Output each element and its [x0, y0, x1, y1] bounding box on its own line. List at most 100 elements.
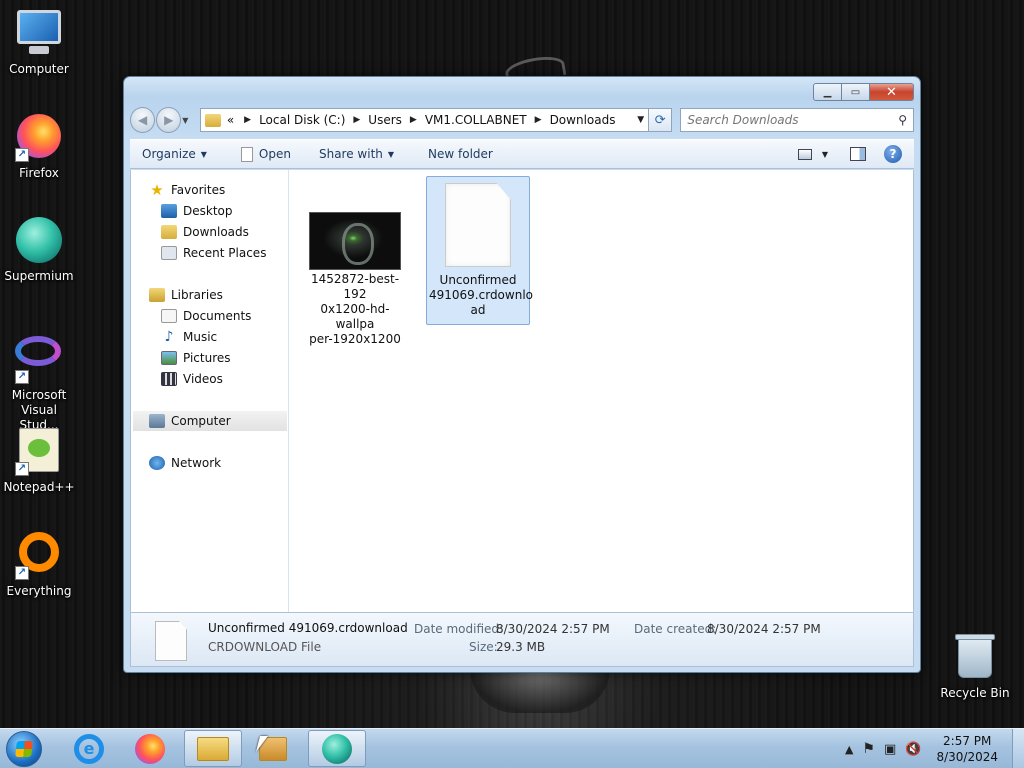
clock-time: 2:57 PM	[943, 734, 992, 748]
shortcut-arrow-icon: ↗	[15, 566, 29, 580]
nav-favorites[interactable]: ★ Favorites	[149, 180, 225, 200]
refresh-icon: ⟳	[654, 112, 666, 128]
desktop-icon-label: Everything	[6, 584, 72, 598]
notepadplusplus-icon: ↗	[15, 428, 63, 476]
command-bar: Organize ▼ Open Share with ▼ New folder ▼ …	[130, 139, 914, 169]
taskbar-supermium[interactable]	[308, 730, 366, 767]
chevron-right-icon[interactable]: ▶	[244, 115, 251, 125]
address-bar[interactable]: « ▶ Local Disk (C:) ▶ Users ▶ VM1.COLLAB…	[199, 108, 650, 132]
refresh-button[interactable]: ⟳	[649, 108, 673, 132]
shortcut-arrow-icon: ↗	[15, 148, 29, 162]
clock-date: 8/30/2024	[936, 750, 998, 764]
nav-libraries-label: Libraries	[171, 288, 223, 302]
nav-pictures-label: Pictures	[183, 351, 231, 365]
start-button[interactable]	[6, 731, 42, 767]
file-list: 1452872-best-192 0x1200-hd-wallpa per-19…	[289, 170, 913, 612]
nav-recent-places[interactable]: Recent Places	[161, 243, 266, 263]
maximize-button[interactable]: ▭	[842, 83, 870, 101]
everything-icon: ↗	[15, 532, 63, 580]
volume-muted-icon[interactable]: 🔇	[905, 742, 921, 757]
chevron-right-icon[interactable]: ▶	[535, 115, 542, 125]
breadcrumb-user-folder[interactable]: VM1.COLLABNET	[425, 113, 527, 127]
recent-pages-dropdown[interactable]: ▼	[182, 116, 194, 125]
desktop-icon-firefox[interactable]: ↗ Firefox	[0, 112, 78, 181]
navigation-pane: ★ Favorites Desktop Downloads Recent Plac…	[131, 170, 289, 612]
back-button[interactable]: ◀	[130, 107, 156, 133]
change-view-button[interactable]	[797, 148, 812, 160]
desktop-icon-computer[interactable]: Computer	[0, 10, 78, 77]
file-item-crdownload[interactable]: Unconfirmed 491069.crdownlo ad	[426, 176, 533, 325]
organize-button[interactable]: Organize ▼	[142, 147, 207, 161]
nav-music-label: Music	[183, 330, 218, 344]
taskbar-internet-explorer[interactable]: e	[60, 730, 118, 767]
breadcrumb-overflow[interactable]: «	[227, 113, 234, 127]
breadcrumb-downloads[interactable]: Downloads	[550, 113, 616, 127]
search-box[interactable]: ⚲	[680, 108, 914, 132]
nav-downloads[interactable]: Downloads	[161, 222, 249, 242]
desktop-icon-notepadplusplus[interactable]: ↗ Notepad++	[0, 426, 78, 495]
nav-network[interactable]: Network	[149, 453, 221, 473]
search-icon[interactable]: ⚲	[898, 113, 907, 127]
nav-videos[interactable]: Videos	[161, 369, 223, 389]
recent-places-icon	[161, 246, 177, 260]
taskbar-media-app[interactable]	[244, 730, 302, 767]
new-folder-button[interactable]: New folder	[428, 147, 493, 161]
internet-explorer-icon: e	[74, 733, 104, 764]
minimize-button[interactable]: ▁	[813, 83, 842, 101]
chevron-down-icon[interactable]: ▼	[822, 150, 828, 159]
file-item-wallpaper[interactable]: 1452872-best-192 0x1200-hd-wallpa per-19…	[303, 176, 407, 353]
chevron-right-icon[interactable]: ▶	[353, 115, 360, 125]
details-date-modified: 8/30/2024 2:57 PM	[496, 622, 610, 636]
nav-favorites-label: Favorites	[171, 183, 226, 197]
nav-documents[interactable]: Documents	[161, 306, 251, 326]
organize-label: Organize	[142, 147, 196, 161]
help-icon[interactable]: ?	[884, 145, 902, 163]
details-date-created-label: Date created:	[634, 622, 717, 636]
details-file-type: CRDOWNLOAD File	[208, 640, 322, 654]
window-controls: ▁ ▭ ✕	[813, 83, 914, 101]
supermium-icon	[15, 217, 63, 265]
forward-arrow-icon: ▶	[164, 113, 174, 127]
network-status-icon[interactable]: ▣	[884, 742, 896, 757]
show-desktop-button[interactable]	[1012, 729, 1024, 768]
show-hidden-icons-icon[interactable]: ▲	[845, 743, 853, 756]
close-button[interactable]: ✕	[870, 83, 914, 101]
taskbar-windows-explorer[interactable]	[184, 730, 242, 767]
nav-desktop-label: Desktop	[183, 204, 233, 218]
desktop-icon-everything[interactable]: ↗ Everything	[0, 530, 78, 599]
nav-computer[interactable]: Computer	[133, 411, 287, 431]
forward-button[interactable]: ▶	[156, 107, 182, 133]
preview-pane-button[interactable]	[850, 147, 866, 161]
action-center-flag-icon[interactable]: ⚑	[862, 741, 875, 757]
taskbar-firefox[interactable]	[121, 730, 179, 767]
music-icon: ♪	[164, 329, 174, 345]
nav-pictures[interactable]: Pictures	[161, 348, 231, 368]
clock[interactable]: 2:57 PM 8/30/2024	[936, 733, 998, 765]
search-input[interactable]	[687, 113, 899, 127]
desktop-icon-visual-studio[interactable]: ↗ Microsoft Visual Stud...	[0, 326, 78, 433]
desktop-icon-label: Supermium	[4, 269, 74, 283]
nav-libraries[interactable]: Libraries	[149, 285, 223, 305]
nav-desktop[interactable]: Desktop	[161, 201, 233, 221]
desktop-icon-label: Computer	[9, 62, 69, 76]
details-date-created: 8/30/2024 2:57 PM	[707, 622, 821, 636]
desktop-icon-supermium[interactable]: Supermium	[0, 216, 78, 284]
breadcrumb-local-disk[interactable]: Local Disk (C:)	[259, 113, 345, 127]
nav-music[interactable]: ♪ Music	[161, 327, 218, 347]
chevron-down-icon[interactable]: ▼	[637, 115, 644, 125]
desktop-icon-recycle-bin[interactable]: Recycle Bin	[936, 632, 1014, 701]
firefox-icon	[135, 733, 165, 764]
share-with-button[interactable]: Share with ▼	[319, 147, 394, 161]
folder-icon	[197, 736, 229, 761]
breadcrumb-users[interactable]: Users	[368, 113, 402, 127]
document-icon	[240, 146, 253, 162]
documents-icon	[161, 309, 177, 323]
shortcut-arrow-icon: ↗	[15, 462, 29, 476]
nav-recent-places-label: Recent Places	[183, 246, 267, 260]
firefox-icon: ↗	[15, 114, 63, 162]
videos-icon	[161, 372, 177, 386]
chevron-right-icon[interactable]: ▶	[410, 115, 417, 125]
open-button[interactable]: Open	[240, 146, 291, 162]
file-name-line: 1452872-best-192	[310, 272, 400, 301]
new-folder-label: New folder	[428, 147, 493, 161]
